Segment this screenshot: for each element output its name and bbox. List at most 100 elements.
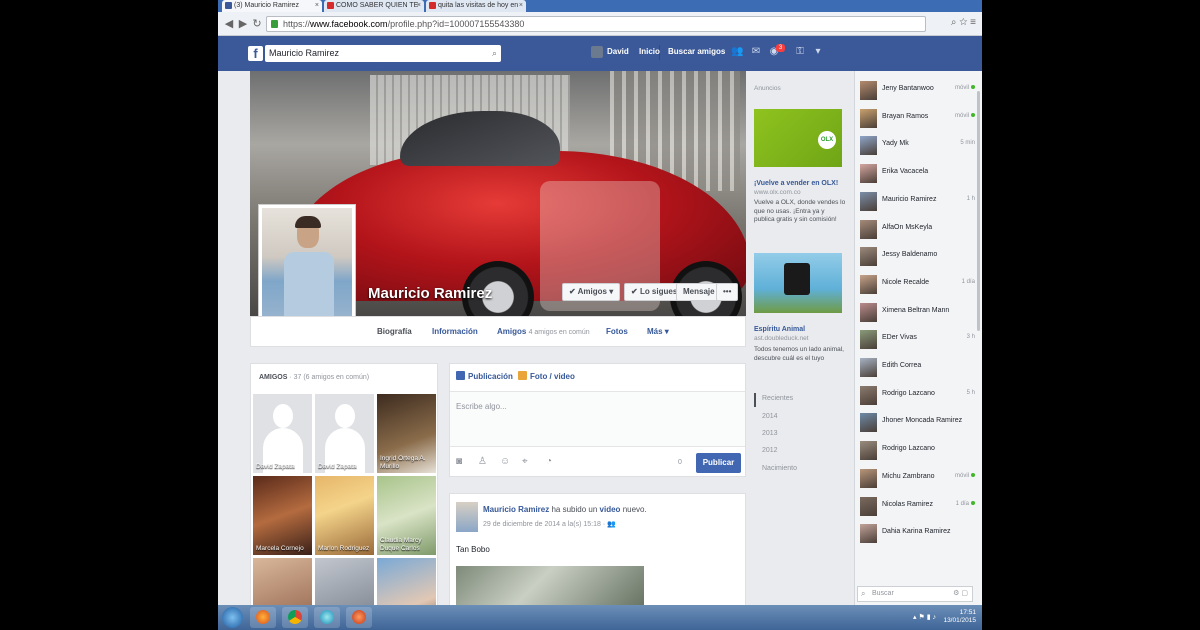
feeling-icon[interactable]: ☺ [500,456,510,467]
profile-picture[interactable] [258,204,356,334]
edit-icon [456,371,465,380]
chat-contact[interactable]: Ximena Beltran Mann [855,299,975,324]
facebook-search-input[interactable]: Mauricio Ramirez ⌕ [265,45,501,62]
tag-people-icon[interactable]: ♙ [478,456,487,467]
friends-panel-title[interactable]: AMIGOS · 37 (6 amigos en común) [259,374,369,381]
chat-contact[interactable]: Mauricio Ramirez 1 h [855,188,975,213]
facebook-logo-icon[interactable]: f [248,46,263,61]
chat-contact[interactable]: Michu Zambrano móvil [855,465,975,490]
chat-contact[interactable]: Jessy Baldenamo [855,243,975,268]
location-pin-icon[interactable]: ⌖ [522,456,528,467]
ad-body-animal: Todos tenemos un lado animal, descubre c… [754,346,844,362]
composer-tab-post[interactable]: Publicación [456,371,513,381]
life-event-icon[interactable]: ◔ [546,456,552,467]
tab-photos[interactable]: Fotos [606,327,628,336]
browser-tab-video1[interactable]: COMO SABER QUIEN TE × [324,0,424,12]
chat-contact[interactable]: Jeny Bantanwoo móvil [855,77,975,102]
youtube-favicon-icon [327,2,334,9]
ad-title-animal[interactable]: Espíritu Animal [754,325,805,334]
tab-timeline[interactable]: Biografía [377,327,412,336]
browser-tab-profile[interactable]: (3) Mauricio Ramirez × [222,0,322,12]
tab-friends[interactable]: Amigos 4 amigos en común [497,327,590,336]
chat-search-input[interactable]: ⌕ Buscar ⚙ ▢ [857,586,973,602]
composer-tab-photo[interactable]: Foto / video [518,371,575,381]
year-link[interactable]: 2012 [762,447,778,454]
chat-contact[interactable]: Rodrigo Lazcano [855,437,975,462]
chat-scrollbar[interactable] [977,91,980,331]
close-tab-icon[interactable]: × [417,0,421,12]
chat-contact[interactable]: Jhoner Moncada Ramirez [855,409,975,434]
windows-start-icon[interactable] [222,607,243,628]
friend-tile[interactable]: David Zapata [315,394,374,473]
post-author-avatar[interactable] [456,502,478,532]
ad-title-olx[interactable]: ¡Vuelve a vender en OLX! [754,179,838,188]
friend-tile[interactable]: Marcela Cornejo [253,476,312,555]
friend-tile[interactable]: David Zapata [253,394,312,473]
chat-contact[interactable]: Edith Correa [855,354,975,379]
chat-contact-avatar [860,136,877,156]
tab-more[interactable]: Más ▾ [647,327,669,336]
taskbar-recorder[interactable] [346,607,372,628]
publish-button[interactable]: Publicar [696,453,741,473]
close-tab-icon[interactable]: × [519,0,523,12]
message-button[interactable]: Mensaje [676,283,722,301]
chat-contact[interactable]: AlfaOn MsKeyla [855,216,975,241]
user-avatar[interactable] [591,46,603,58]
taskbar-clock[interactable]: 17:51 13/01/2015 [943,609,976,625]
bookmark-star-icon[interactable]: ⌕ ☆ ≡ [951,17,976,28]
search-icon[interactable]: ⌕ [492,45,497,62]
url-bar[interactable]: https://www.facebook.com/profile.php?id=… [266,16,926,32]
friend-tile[interactable]: Marlon Rodriguez [315,476,374,555]
chat-contact[interactable]: Nicolas Ramirez 1 día [855,493,975,518]
ad-image-olx[interactable]: OLX [754,109,842,167]
friends-button[interactable]: ✔ Amigos ▾ [562,283,621,301]
year-link[interactable]: Nacimiento [762,465,797,472]
reload-icon[interactable]: ↻ [250,17,264,31]
ad-image-object [784,263,810,295]
forward-arrow-icon[interactable]: ▶ [236,17,250,31]
messages-icon[interactable]: ✉ [750,46,762,58]
friend-tile[interactable]: Claudia Marcy Duque Carlos [377,476,436,555]
more-options-button[interactable]: ••• [716,283,739,301]
privacy-shortcuts-icon[interactable]: ⚿ [794,46,806,58]
post-video-link[interactable]: video [600,505,621,514]
taskbar-firefox[interactable] [250,607,276,628]
chat-contact[interactable]: Brayan Ramos móvil [855,105,975,130]
chat-contact[interactable]: Dahia Karina Ramirez [855,520,975,545]
camera-icon[interactable]: ◙ [456,456,462,467]
friend-requests-icon[interactable]: 👥 [731,46,743,58]
nav-home-link[interactable]: Inicio [639,47,660,56]
tab-info[interactable]: Información [432,327,478,336]
chat-contact[interactable]: Erika Vacacela [855,160,975,185]
chat-contact-avatar [860,81,877,100]
ad-image-animal[interactable] [754,253,842,313]
notifications-badge: 3 [776,44,785,52]
composer-input[interactable]: Escribe algo... [450,391,745,447]
year-link[interactable]: 2014 [762,413,778,420]
browser-tab-video2[interactable]: quita las visitas de hoy en × [426,0,526,12]
post-text: Tan Bobo [456,545,490,554]
taskbar-chrome[interactable] [282,607,308,628]
year-link[interactable]: 2013 [762,430,778,437]
close-tab-icon[interactable]: × [315,0,319,12]
post-timestamp[interactable]: 29 de diciembre de 2014 a la(s) 15:18 · … [483,520,616,528]
account-menu-chevron-icon[interactable]: ▾ [812,46,824,58]
system-tray-icons[interactable]: ▴ ⚑ ▮ ♪ [913,613,936,621]
year-link[interactable]: Recientes [762,395,793,402]
chat-options-icon[interactable]: ⚙ ▢ [953,587,968,601]
post-author-link[interactable]: Mauricio Ramirez [483,505,549,514]
nav-find-friends-link[interactable]: Buscar amigos [668,47,725,56]
nav-profile-link[interactable]: David [607,47,629,56]
back-arrow-icon[interactable]: ◀ [222,17,236,31]
chat-contact[interactable]: EDer Vivas 3 h [855,326,975,351]
chat-contact[interactable]: Nicole Recalde 1 día [855,271,975,296]
chat-contact[interactable]: Yady Mk 5 min [855,132,975,157]
profile-name[interactable]: Mauricio Ramirez [368,285,492,302]
chat-contact-status: móvil [955,85,975,91]
right-ads-column: Anuncios OLX ¡Vuelve a vender en OLX! ww… [750,71,854,611]
taskbar-app[interactable] [314,607,340,628]
olx-logo: OLX [818,131,836,149]
chat-contact-avatar [860,219,877,239]
friend-tile[interactable]: Ingrid Ortega A. Murillo [377,394,436,473]
chat-contact[interactable]: Rodrigo Lazcano 5 h [855,382,975,407]
